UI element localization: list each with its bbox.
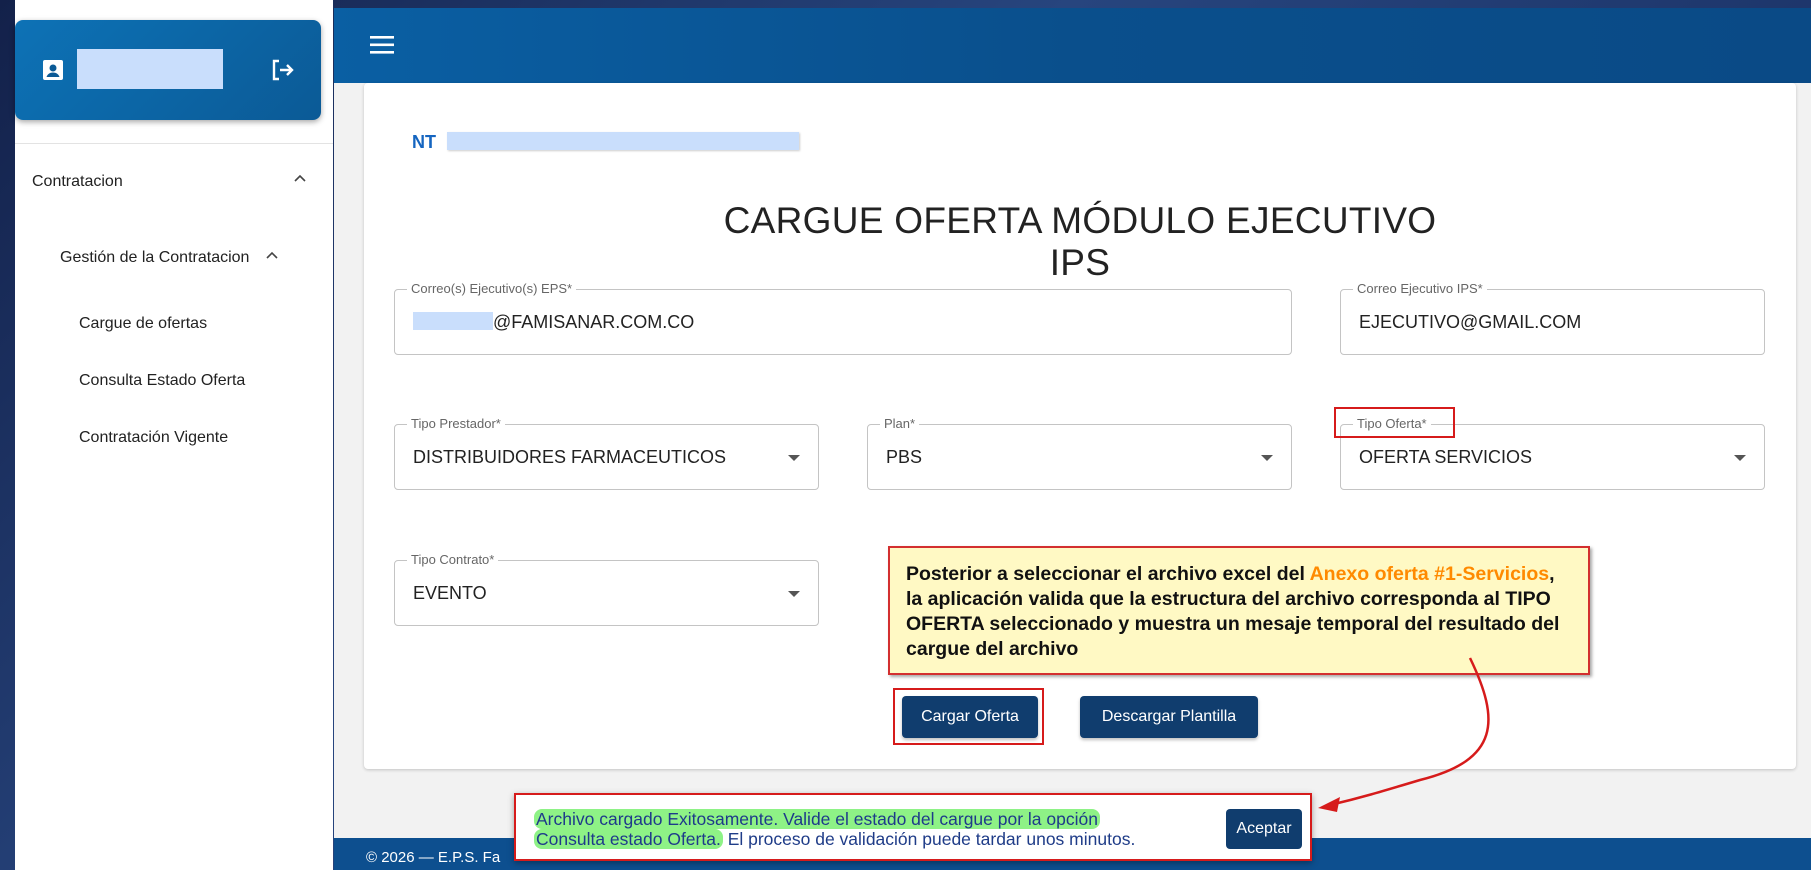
hamburger-icon[interactable] (368, 33, 396, 57)
caret-down-icon (1734, 455, 1746, 461)
sidebar-item-label: Contratación Vigente (79, 429, 229, 446)
sidebar-item-cargue-ofertas[interactable]: Cargue de ofertas (79, 315, 207, 333)
caret-down-icon (788, 591, 800, 597)
email-user-redacted (413, 312, 493, 330)
callout-highlight: Anexo oferta #1-Servicios (1309, 563, 1550, 585)
field-value: @FAMISANAR.COM.CO (493, 312, 695, 332)
caret-down-icon (788, 455, 800, 461)
callout-text: Posterior a seleccionar el archivo excel… (906, 563, 1310, 585)
sidebar-item-label: Cargue de ofertas (79, 315, 208, 332)
user-card (15, 20, 321, 120)
field-value: OFERTA SERVICIOS (1359, 447, 1533, 467)
caret-down-icon (1261, 455, 1273, 461)
correo-ips-field[interactable]: Correo Ejecutivo IPS* EJECUTIVO@GMAIL.CO… (1340, 281, 1765, 355)
sidebar-item-contratacion-vigente[interactable]: Contratación Vigente (79, 429, 228, 447)
field-label: Plan* (880, 416, 920, 431)
sidebar-divider (15, 143, 333, 144)
logout-icon[interactable] (268, 56, 296, 84)
sidebar-item-consulta-estado[interactable]: Consulta Estado Oferta (79, 372, 245, 390)
field-value: PBS (886, 447, 923, 467)
field-value: DISTRIBUIDORES FARMACEUTICOS (413, 447, 727, 467)
sidebar-item-gestion[interactable]: Gestión de la Contratacion (60, 249, 249, 267)
snackbar-text: Archivo cargado Exitosamente. Valide el … (534, 809, 1194, 849)
sidebar-item-contratacion[interactable]: Contratacion (32, 173, 123, 191)
sidebar-item-label: Consulta Estado Oferta (79, 372, 246, 389)
correo-eps-field[interactable]: Correo(s) Ejecutivo(s) EPS* @FAMISANAR.C… (394, 281, 1292, 355)
top-app-bar (334, 8, 1811, 83)
plan-select[interactable]: Plan* PBS (867, 416, 1292, 490)
field-label: Correo Ejecutivo IPS* (1353, 281, 1487, 296)
badge-icon (43, 60, 63, 80)
user-name-redacted (77, 49, 223, 89)
page-title: CARGUE OFERTA MÓDULO EJECUTIVO IPS (723, 200, 1437, 283)
chevron-up-icon[interactable] (292, 170, 308, 186)
tipo-prestador-select[interactable]: Tipo Prestador* DISTRIBUIDORES FARMACEUT… (394, 416, 819, 490)
sidebar-item-label: Gestión de la Contratacion (60, 249, 250, 266)
aceptar-button[interactable]: Aceptar (1226, 809, 1302, 849)
sidebar-item-label: Contratacion (32, 173, 123, 190)
footer-text: © 2026 — E.P.S. Fa (366, 849, 501, 866)
snackbar-line1: Archivo cargado Exitosamente. Valide el … (534, 809, 1100, 829)
tipo-contrato-select[interactable]: Tipo Contrato* EVENTO (394, 552, 819, 626)
field-label: Tipo Prestador* (407, 416, 505, 431)
field-label: Tipo Contrato* (407, 552, 499, 567)
nt-value-redacted (447, 132, 799, 150)
cargar-oferta-button[interactable]: Cargar Oferta (902, 696, 1038, 738)
chevron-up-icon[interactable] (264, 247, 280, 263)
descargar-plantilla-button[interactable]: Descargar Plantilla (1080, 696, 1258, 738)
snackbar-message: Archivo cargado Exitosamente. Valide el … (514, 793, 1312, 861)
snackbar-line2-highlight: Consulta estado Oferta. (534, 829, 723, 849)
field-label: Correo(s) Ejecutivo(s) EPS* (407, 281, 577, 296)
annotation-frame-tipo-oferta (1334, 407, 1455, 438)
snackbar-line2: El proceso de validación puede tardar un… (722, 829, 1136, 849)
annotation-callout: Posterior a seleccionar el archivo excel… (888, 546, 1590, 675)
field-value: EVENTO (413, 583, 487, 603)
nt-label: NT (412, 132, 436, 152)
field-value: EJECUTIVO@GMAIL.COM (1359, 312, 1582, 332)
